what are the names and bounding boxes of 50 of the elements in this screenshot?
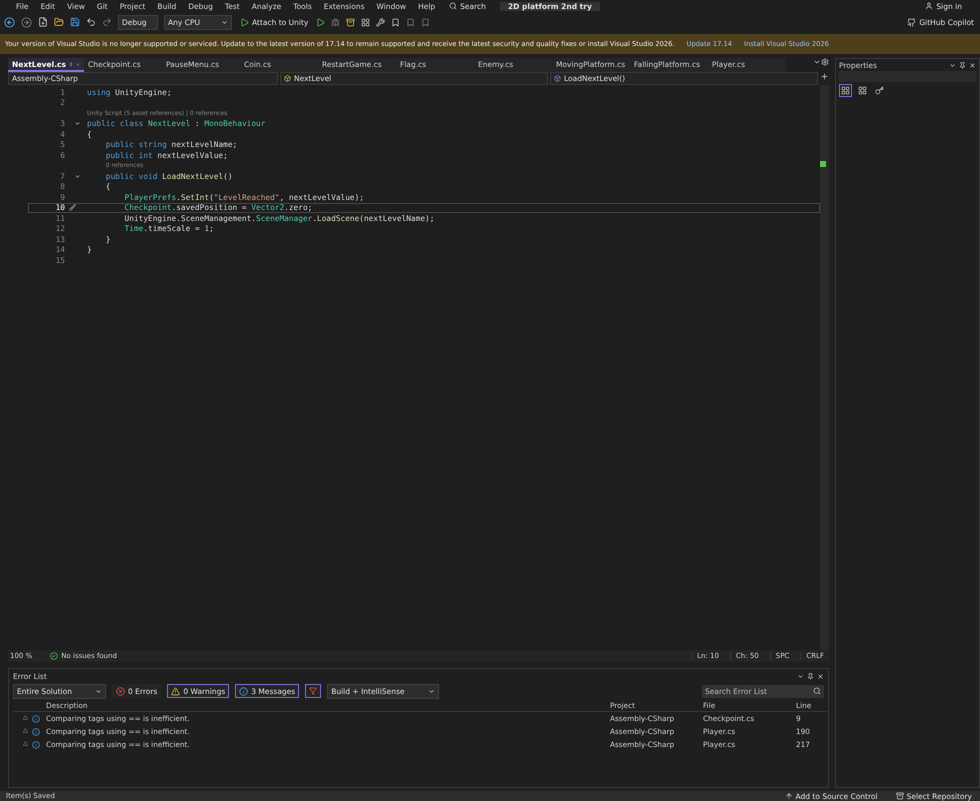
key-icon (875, 86, 884, 94)
info-icon (239, 686, 248, 696)
undo-icon[interactable] (86, 17, 96, 27)
class-icon (284, 75, 291, 82)
user-icon (925, 2, 934, 10)
folder-icon[interactable] (54, 17, 64, 27)
grid-icon (841, 86, 850, 94)
warning-icon (171, 686, 180, 696)
property-pages-button[interactable] (873, 84, 886, 96)
forward-icon[interactable] (21, 16, 32, 28)
tab-list-icon[interactable] (813, 58, 821, 66)
pin-icon[interactable] (807, 672, 814, 680)
error-icon (116, 686, 125, 696)
pin-icon (68, 60, 73, 68)
settings-icon[interactable] (821, 58, 829, 66)
collapse-icon[interactable] (74, 120, 81, 128)
folder-view-icon[interactable] (346, 18, 356, 26)
search-icon (813, 687, 821, 695)
layout-icon[interactable] (361, 18, 370, 26)
arrow-up-icon (784, 792, 793, 800)
filter-icon (309, 687, 318, 695)
play-icon (240, 18, 249, 26)
split-icon[interactable] (820, 72, 829, 81)
filter-button[interactable] (305, 684, 322, 698)
collapse-icon[interactable] (74, 172, 81, 180)
copilot-icon (907, 18, 916, 26)
new-file-icon[interactable] (38, 17, 48, 27)
check-icon (50, 652, 58, 660)
info-icon (32, 740, 40, 748)
redo-icon[interactable] (102, 17, 112, 27)
save-icon[interactable] (70, 17, 80, 27)
wrench-icon[interactable] (376, 18, 386, 26)
vertical-scrollbar[interactable] (820, 85, 829, 650)
start-without-debugging-icon[interactable] (316, 18, 326, 26)
expand-icon[interactable] (23, 714, 28, 720)
back-icon[interactable] (4, 16, 15, 28)
bug-icon[interactable] (331, 18, 340, 26)
close-icon[interactable] (969, 62, 976, 68)
close-icon[interactable] (817, 672, 824, 680)
info-icon (32, 728, 40, 736)
expand-icon[interactable] (23, 740, 28, 746)
expand-icon[interactable] (23, 728, 28, 732)
search-icon (449, 2, 458, 10)
method-icon (554, 75, 561, 82)
grid-icon (858, 86, 867, 94)
pin-icon[interactable] (959, 62, 966, 68)
quick-action-icon (69, 204, 76, 212)
info-icon (32, 714, 40, 722)
repository-icon (896, 792, 904, 800)
categorized-button[interactable] (839, 84, 852, 96)
